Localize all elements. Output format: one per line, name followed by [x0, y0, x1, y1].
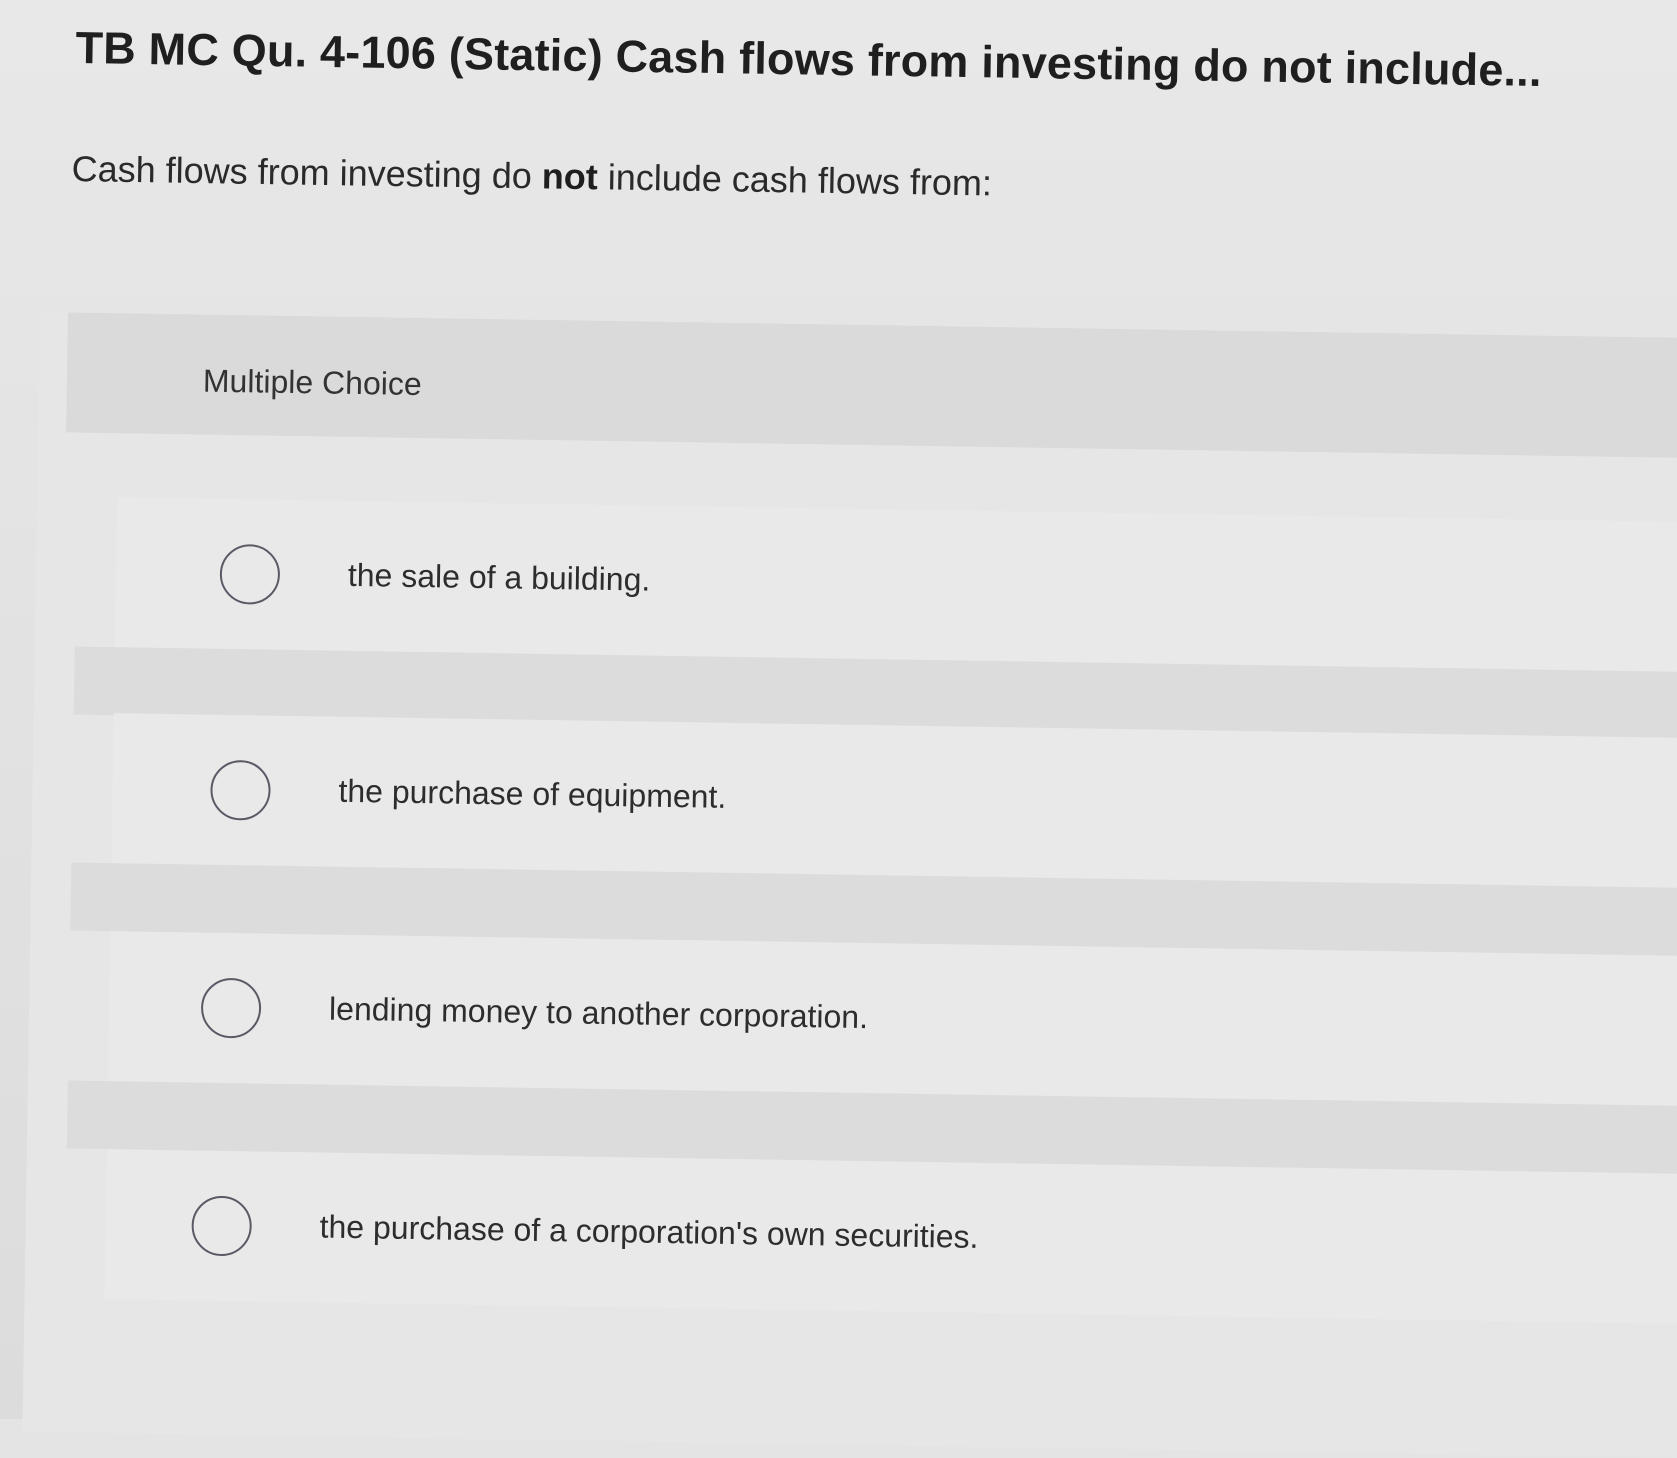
choice-option-1[interactable]: the sale of a building.	[114, 497, 1677, 673]
choice-option-3[interactable]: lending money to another corporation.	[107, 931, 1677, 1107]
question-prompt: Cash flows from investing do not include…	[71, 148, 1272, 209]
radio-button-icon[interactable]	[210, 759, 271, 821]
radio-button-icon[interactable]	[219, 543, 281, 605]
question-title: TB MC Qu. 4-106 (Static) Cash flows from…	[75, 22, 1543, 97]
prompt-emphasis: not	[541, 155, 599, 198]
choice-option-4[interactable]: the purchase of a corporation's own secu…	[104, 1149, 1677, 1325]
choice-label: the sale of a building.	[347, 556, 651, 598]
choice-label: the purchase of a corporation's own secu…	[319, 1208, 979, 1255]
choice-label: lending money to another corporation.	[328, 990, 869, 1036]
multiple-choice-label: Multiple Choice	[202, 362, 422, 403]
choice-option-2[interactable]: the purchase of equipment.	[111, 713, 1677, 889]
multiple-choice-panel: Multiple Choice the sale of a building. …	[22, 312, 1677, 1458]
multiple-choice-header: Multiple Choice	[66, 312, 1677, 459]
prompt-text-after: include cash flows from:	[597, 156, 993, 204]
question-page: TB MC Qu. 4-106 (Static) Cash flows from…	[0, 0, 1677, 1458]
radio-button-icon[interactable]	[191, 1195, 253, 1257]
choice-label: the purchase of equipment.	[338, 772, 727, 815]
prompt-text-before: Cash flows from investing do	[71, 148, 543, 197]
radio-button-icon[interactable]	[200, 977, 262, 1039]
